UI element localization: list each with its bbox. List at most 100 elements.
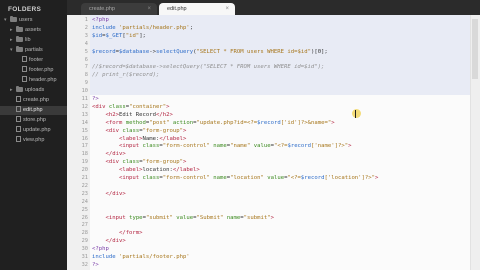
code-token: "<?= (287, 175, 301, 181)
code-area[interactable]: <?php include 'partials/header.php'; $id=$… (90, 15, 470, 270)
code-token: <label> (118, 167, 143, 174)
folder-icon (16, 36, 23, 42)
code-token: name (213, 143, 227, 150)
code-token: include (92, 254, 116, 260)
sidebar-file[interactable]: header.php (0, 76, 67, 85)
code-token: name (226, 214, 241, 221)
code-line[interactable]: <?php (92, 17, 109, 25)
code-line[interactable]: <form method="post" action="update.php?i… (92, 119, 334, 128)
line-number: 7 (84, 64, 88, 71)
code-line[interactable]: </div> (92, 191, 125, 199)
code-line[interactable]: <div class="form-group"> (92, 128, 186, 136)
code-token: Name: (142, 135, 160, 142)
code-line[interactable]: <div class="form-group"> (92, 159, 186, 167)
code-line[interactable]: </div> (92, 238, 125, 246)
code-token: "form-control" (162, 175, 210, 181)
scrollbar[interactable] (470, 15, 480, 270)
line-number: 29 (81, 238, 88, 245)
code-token: <?php (92, 17, 109, 23)
sidebar-file[interactable]: edit.php (0, 106, 67, 115)
close-icon[interactable]: × (225, 3, 229, 15)
line-number: 5 (84, 48, 88, 55)
sidebar-folder[interactable]: ▸ lib (0, 36, 67, 45)
code-token: <input (118, 175, 140, 181)
line-number-gutter: 1 2 3 4 5 6 7 8 9 10 11 12 13 14 15 16 17 18 19 20 21 22 23 24 2… (67, 15, 90, 270)
file-sidebar: FOLDERS ▾ users ▸ assets ▸ lib ▾ partials footer… (0, 0, 67, 270)
code-line[interactable]: <div class="container"> (92, 104, 170, 112)
tree-item-label: partials (25, 47, 43, 53)
close-icon[interactable]: × (147, 3, 151, 15)
code-line[interactable]: <label>Name:</label> (92, 136, 186, 144)
code-token: $record (92, 48, 116, 55)
code-line[interactable]: </div> (92, 151, 126, 159)
line-number: 16 (81, 135, 88, 142)
code-line[interactable]: <?php (92, 246, 109, 254)
code-token: ['id']?>&name= (280, 119, 328, 126)
code-token: type (129, 214, 143, 221)
code-token: "location" (230, 175, 264, 181)
code-token: <h2> (105, 111, 119, 118)
code-line[interactable]: $record=$database->selectQuery("SELECT *… (92, 49, 328, 57)
code-token: "update.php?id=<?= (196, 119, 258, 126)
line-number: 30 (81, 246, 88, 253)
file-icon (22, 76, 27, 82)
sidebar-folder[interactable]: ▸ assets (0, 26, 67, 35)
code-token: class (142, 175, 160, 181)
sidebar-file[interactable]: footer.php (0, 66, 67, 75)
line-number: 15 (81, 127, 88, 134)
sidebar-file[interactable]: store.php (0, 116, 67, 125)
code-token: <div (105, 159, 119, 166)
line-number: 10 (81, 88, 88, 95)
code-token: </h2> (156, 111, 173, 118)
code-token: "name" (230, 143, 251, 150)
sidebar-folder[interactable]: ▾ partials (0, 46, 67, 55)
code-line[interactable]: <label>location:</label> (92, 167, 200, 175)
scrollbar-thumb[interactable] (472, 19, 478, 79)
sidebar-folder[interactable]: ▾ users (0, 16, 67, 25)
line-number: 18 (81, 151, 88, 158)
file-icon (22, 66, 27, 72)
code-token: 'partials/header.php' (118, 24, 190, 31)
code-line[interactable]: ?> (92, 262, 99, 270)
code-line[interactable]: // print_r($record); (92, 72, 159, 80)
code-token: -> (149, 48, 157, 55)
tab-label: edit.php (167, 6, 187, 12)
code-token: > (270, 214, 274, 221)
code-line[interactable]: $id=$_GET["id"]; (92, 33, 146, 41)
sidebar-file[interactable]: footer (0, 56, 67, 65)
code-line[interactable]: </form> (92, 230, 143, 238)
code-token: <label> (118, 135, 143, 142)
code-line[interactable]: include 'partials/header.php'; (92, 25, 193, 33)
code-token: Edit Record (118, 111, 157, 118)
code-token: > (375, 175, 379, 181)
tree-item-label: create.php (23, 97, 49, 103)
code-token: action (172, 119, 194, 126)
code-line[interactable]: ?> (92, 96, 99, 104)
sidebar-file[interactable]: update.php (0, 126, 67, 135)
line-number: 31 (81, 254, 88, 260)
tab-edit-php[interactable]: edit.php × (159, 3, 235, 15)
code-token: include (92, 24, 116, 31)
code-line[interactable]: <input class="form-control" name="name" … (92, 143, 352, 151)
sidebar-file[interactable]: create.php (0, 96, 67, 105)
tab-create-php[interactable]: create.php × (81, 3, 157, 15)
code-token: <input (105, 214, 126, 221)
code-token: class (122, 127, 140, 134)
code-token: </div> (105, 151, 126, 158)
sidebar-folder[interactable]: ▸ uploads (0, 86, 67, 95)
code-line[interactable]: //$record=$database->selectQuery("SELECT… (92, 64, 324, 72)
code-line[interactable]: <input type="submit" value="Submit" name… (92, 215, 274, 223)
mouse-cursor-highlight (352, 109, 361, 118)
sidebar-file[interactable]: view.php (0, 136, 67, 145)
code-line[interactable]: <input class="form-control" name="locati… (92, 175, 378, 183)
code-token: ['name']?>" (311, 143, 349, 150)
code-line[interactable]: include 'partials/footer.php' (92, 254, 190, 262)
code-token: $record (287, 143, 312, 150)
line-number: 28 (81, 230, 88, 237)
code-line[interactable]: <h2>Edit Record</h2> (92, 111, 173, 120)
